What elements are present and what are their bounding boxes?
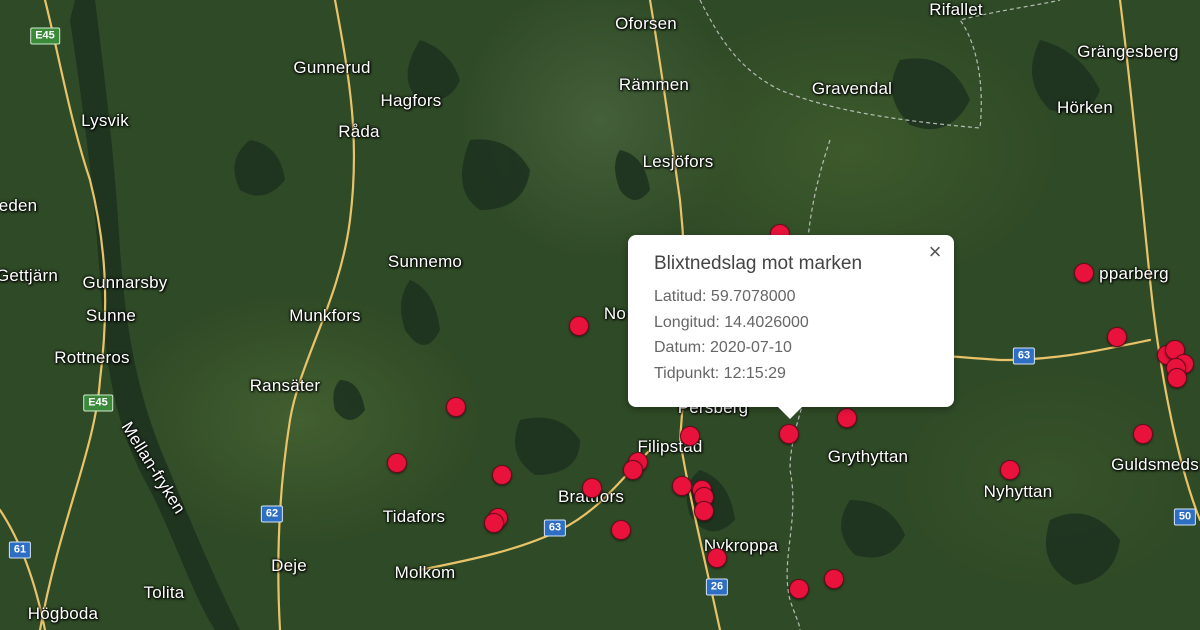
popup-pointer <box>778 407 802 419</box>
place-guldsmeds: Guldsmeds <box>1111 455 1199 474</box>
info-popup: × Blixtnedslag mot marken Latitud: 59.70… <box>628 235 954 419</box>
place-lysvik: Lysvik <box>81 111 129 130</box>
place-molkom: Molkom <box>394 563 456 582</box>
place-tidafors: Tidafors <box>382 507 446 526</box>
road-shield-e45: E45 <box>30 27 60 45</box>
place-munkfors: Munkfors <box>289 306 361 325</box>
popup-time: Tidpunkt: 12:15:29 <box>654 364 786 382</box>
lightning-marker[interactable] <box>1133 424 1153 444</box>
place-no: No <box>603 304 627 323</box>
place-hagfors: Hagfors <box>380 91 442 110</box>
place-eden: eden <box>0 196 38 215</box>
place-gunnerud: Gunnerud <box>293 58 371 77</box>
place-horken: Hörken <box>1056 98 1114 117</box>
satellite-map[interactable]: Oforsen Rifallet Grängesberg Gunnerud Rä… <box>0 0 1200 630</box>
road-shield-63: 63 <box>543 519 567 537</box>
lightning-marker[interactable] <box>694 501 714 521</box>
lightning-marker[interactable] <box>446 397 466 417</box>
lake-3 <box>234 140 285 196</box>
road-shield-26: 26 <box>705 578 729 596</box>
road-shield-63: 63 <box>1012 347 1036 365</box>
lightning-marker[interactable] <box>611 520 631 540</box>
place-sunne: Sunne <box>85 306 137 325</box>
place-ransater: Ransäter <box>249 376 321 395</box>
lightning-marker[interactable] <box>1000 460 1020 480</box>
place-gettjarn: Gettjärn <box>0 266 59 285</box>
place-rottneros: Rottneros <box>54 348 130 367</box>
road-shield-61: 61 <box>8 541 32 559</box>
lightning-marker[interactable] <box>680 426 700 446</box>
lake-6 <box>892 58 970 130</box>
place-tolita: Tolita <box>143 583 185 602</box>
place-rammen: Rämmen <box>618 75 690 94</box>
place-gravendal: Gravendal <box>811 79 893 98</box>
popup-latitude: Latitud: 59.7078000 <box>654 288 796 305</box>
place-opparberg: pparberg <box>1099 264 1169 283</box>
lightning-marker[interactable] <box>492 465 512 485</box>
lightning-marker[interactable] <box>623 460 643 480</box>
lightning-marker[interactable] <box>1167 368 1187 388</box>
place-lesjofors: Lesjöfors <box>642 152 714 171</box>
lake-5 <box>515 417 580 475</box>
road-shield-62: 62 <box>260 505 284 523</box>
road-shield-e45: E45 <box>83 394 113 412</box>
road-shield-50: 50 <box>1173 508 1197 526</box>
place-gunnarsby: Gunnarsby <box>82 273 168 292</box>
lightning-marker-selected[interactable] <box>779 424 799 444</box>
place-grythyttan: Grythyttan <box>827 447 909 466</box>
place-nyhyttan: Nyhyttan <box>983 482 1053 501</box>
lightning-marker[interactable] <box>707 548 727 568</box>
lightning-marker[interactable] <box>824 569 844 589</box>
lightning-marker[interactable] <box>387 453 407 473</box>
lightning-marker[interactable] <box>789 579 809 599</box>
lightning-marker[interactable] <box>672 476 692 496</box>
place-hogboda: Högboda <box>27 604 99 623</box>
popup-date: Datum: 2020-07-10 <box>654 339 792 356</box>
close-icon[interactable]: × <box>922 239 948 265</box>
place-rada: Råda <box>338 122 380 141</box>
lake-9 <box>841 500 905 558</box>
place-oforsen: Oforsen <box>615 14 677 33</box>
place-grangesberg: Grängesberg <box>1077 42 1179 61</box>
lake-8 <box>1045 513 1120 585</box>
lake-4 <box>401 280 440 345</box>
lightning-marker[interactable] <box>837 408 857 428</box>
lakes <box>70 0 1120 630</box>
lightning-marker[interactable] <box>484 513 504 533</box>
lake-11 <box>333 380 365 420</box>
map-features <box>0 0 1200 630</box>
place-sunnemo: Sunnemo <box>387 252 463 271</box>
border-line <box>699 0 1061 129</box>
lightning-marker[interactable] <box>1074 263 1094 283</box>
lake-2 <box>462 139 530 210</box>
place-rifallet: Rifallet <box>929 0 983 19</box>
place-deje: Deje <box>271 556 307 575</box>
lightning-marker[interactable] <box>569 316 589 336</box>
lightning-marker[interactable] <box>582 478 602 498</box>
lightning-marker[interactable] <box>1107 327 1127 347</box>
road-50 <box>1118 0 1200 522</box>
popup-title: Blixtnedslag mot marken <box>654 253 863 274</box>
popup-longitude: Longitud: 14.4026000 <box>654 313 809 331</box>
